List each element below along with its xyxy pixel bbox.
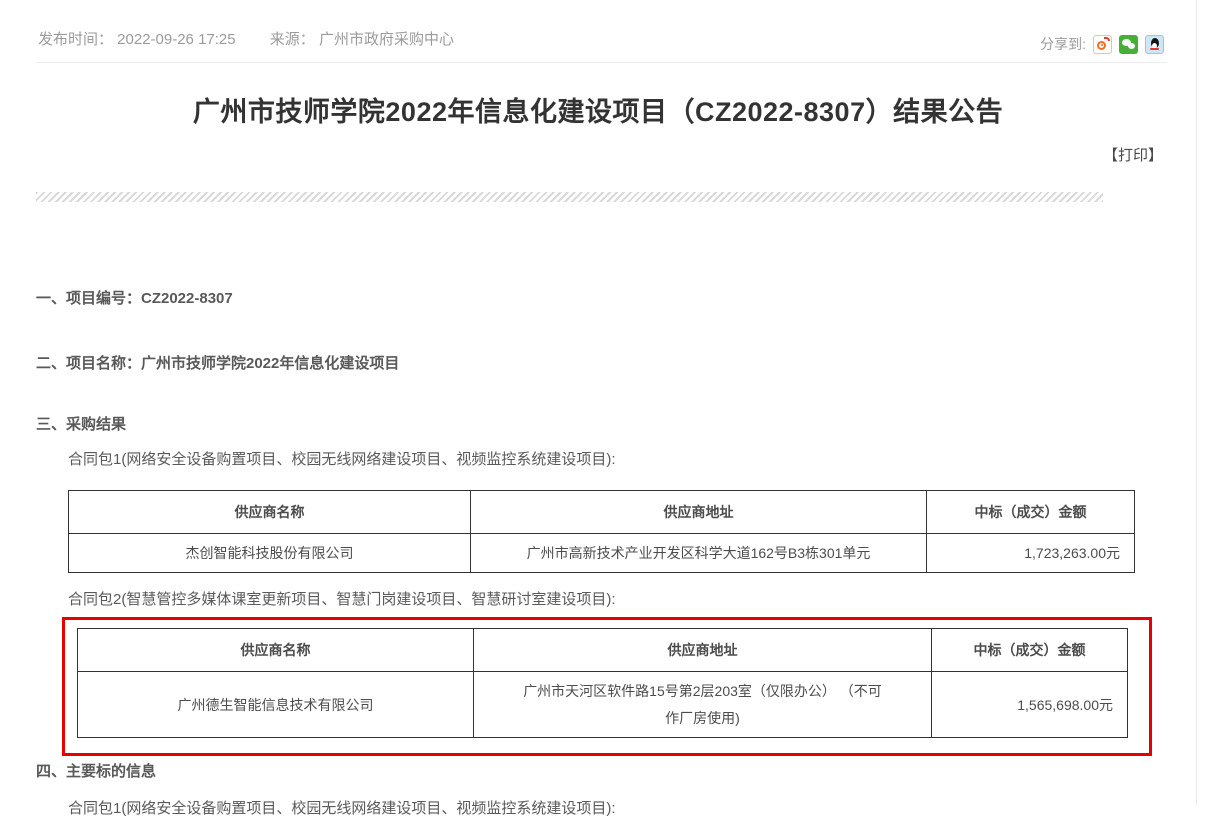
- table-row: 杰创智能科技股份有限公司 广州市高新技术产业开发区科学大道162号B3栋301单…: [69, 534, 1135, 573]
- col-award-amount: 中标（成交）金额: [932, 629, 1128, 672]
- col-supplier-name: 供应商名称: [69, 491, 471, 534]
- announcement-page: { "meta": { "publish": "发布时间： 2022-09-26…: [0, 0, 1218, 805]
- col-award-amount: 中标（成交）金额: [927, 491, 1135, 534]
- table-header-row: 供应商名称 供应商地址 中标（成交）金额: [78, 629, 1128, 672]
- red-highlight-box: 供应商名称 供应商地址 中标（成交）金额 广州德生智能信息技术有限公司 广州市天…: [62, 617, 1152, 756]
- meta-bar: 发布时间： 2022-09-26 17:25 来源： 广州市政府采购中心 分享到…: [36, 0, 1167, 63]
- col-supplier-name: 供应商名称: [78, 629, 474, 672]
- print-button[interactable]: 【打印】: [1103, 147, 1163, 164]
- weibo-eye-glyph: [1097, 41, 1106, 50]
- section-project-name: 二、项目名称：广州市技师学院2022年信息化建设项目: [36, 352, 399, 373]
- supplier-address-cell: 广州市高新技术产业开发区科学大道162号B3栋301单元: [471, 534, 927, 573]
- col-supplier-address: 供应商地址: [474, 629, 932, 672]
- award-amount-cell: 1,723,263.00元: [927, 534, 1135, 573]
- content-right-divider: [1196, 0, 1197, 805]
- source: 来源： 广州市政府采购中心: [270, 31, 454, 48]
- partial-bottom-line: 合同包1(网络安全设备购置项目、校园无线网络建设项目、视频监控系统建设项目):: [68, 797, 616, 818]
- hatched-divider: [36, 192, 1103, 202]
- award-amount-cell: 1,565,698.00元: [932, 672, 1128, 738]
- page-title: 广州市技师学院2022年信息化建设项目（CZ2022-8307）结果公告: [0, 90, 1196, 129]
- package-1-table: 供应商名称 供应商地址 中标（成交）金额 杰创智能科技股份有限公司 广州市高新技…: [68, 490, 1135, 573]
- col-supplier-address: 供应商地址: [471, 491, 927, 534]
- table-row: 广州德生智能信息技术有限公司 广州市天河区软件路15号第2层203室（仅限办公）…: [78, 672, 1128, 738]
- supplier-name-cell: 杰创智能科技股份有限公司: [69, 534, 471, 573]
- package-1-label: 合同包1(网络安全设备购置项目、校园无线网络建设项目、视频监控系统建设项目):: [68, 448, 616, 469]
- wechat-share-icon[interactable]: [1119, 35, 1138, 54]
- print-row: 【打印】: [0, 144, 1163, 165]
- section-procurement-result: 三、采购结果: [36, 413, 126, 434]
- supplier-name-cell: 广州德生智能信息技术有限公司: [78, 672, 474, 738]
- share-bar: 分享到:: [1040, 34, 1164, 54]
- section-project-number: 一、项目编号：CZ2022-8307: [36, 287, 233, 308]
- package-2-label: 合同包2(智慧管控多媒体课室更新项目、智慧门岗建设项目、智慧研讨室建设项目):: [68, 588, 616, 609]
- weibo-flame-glyph: [1104, 37, 1110, 41]
- wechat-bubble-small-glyph: [1128, 43, 1135, 49]
- qq-penguin-scarf: [1150, 48, 1159, 51]
- table-header-row: 供应商名称 供应商地址 中标（成交）金额: [69, 491, 1135, 534]
- publish-time: 发布时间： 2022-09-26 17:25: [38, 31, 236, 48]
- publish-meta: 发布时间： 2022-09-26 17:25 来源： 广州市政府采购中心: [38, 28, 460, 49]
- supplier-address-cell: 广州市天河区软件路15号第2层203室（仅限办公） （不可作厂房使用): [474, 672, 932, 738]
- weibo-share-icon[interactable]: [1093, 35, 1112, 54]
- package-2-table: 供应商名称 供应商地址 中标（成交）金额 广州德生智能信息技术有限公司 广州市天…: [77, 628, 1128, 738]
- qq-share-icon[interactable]: [1145, 35, 1164, 54]
- section-main-subject-info: 四、主要标的信息: [36, 760, 156, 781]
- share-label: 分享到:: [1040, 34, 1086, 54]
